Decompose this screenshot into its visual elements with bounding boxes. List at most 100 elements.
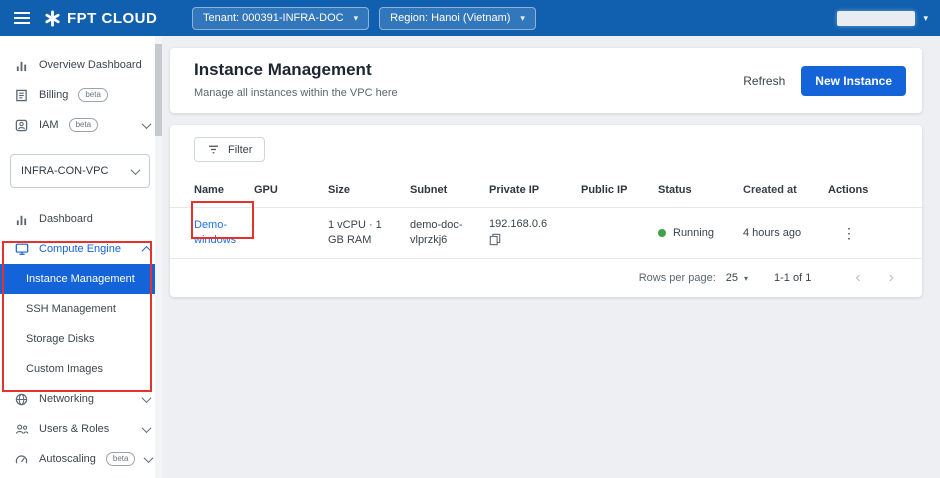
brand-logo: FPT CLOUD: [44, 10, 174, 27]
sidebar-subitem-label: SSH Management: [26, 303, 116, 315]
sidebar-item-label: Dashboard: [39, 213, 93, 225]
status-badge: Running: [673, 227, 714, 239]
size-cell: 1 vCPU · 1 GB RAM: [328, 218, 410, 248]
chevron-down-icon: [142, 119, 152, 129]
sidebar-item-label: Compute Engine: [39, 243, 121, 255]
sidebar-item-label: Networking: [39, 393, 94, 405]
chevron-down-icon: ▾: [744, 274, 748, 283]
sidebar: Overview Dashboard Billing beta IAM beta…: [0, 36, 162, 478]
sidebar-scrollbar[interactable]: [155, 36, 162, 478]
main-content: Instance Management Manage all instances…: [162, 36, 940, 478]
private-ip-cell: 192.168.0.6: [489, 218, 581, 246]
vpc-selector-value: INFRA-CON-VPC: [21, 165, 108, 177]
column-header-private-ip[interactable]: Private IP: [489, 184, 581, 196]
page-title: Instance Management: [194, 60, 398, 80]
chevron-down-icon: [144, 453, 154, 463]
tenant-selector[interactable]: Tenant: 000391-INFRA-DOC ▾: [192, 7, 369, 30]
sidebar-item-billing[interactable]: Billing beta: [0, 80, 162, 110]
sidebar-subitem-label: Storage Disks: [26, 333, 94, 345]
region-label: Region: Hanoi (Vietnam): [390, 12, 510, 24]
region-selector[interactable]: Region: Hanoi (Vietnam) ▾: [379, 7, 536, 30]
brand-text: FPT CLOUD: [67, 10, 157, 27]
column-header-created-at[interactable]: Created at: [743, 184, 828, 196]
column-header-size[interactable]: Size: [328, 184, 410, 196]
status-cell: Running: [658, 227, 743, 239]
monitor-icon: [14, 242, 29, 257]
gauge-icon: [14, 452, 29, 467]
instance-name-link[interactable]: Demo-windows: [194, 218, 246, 248]
chevron-up-icon: [142, 245, 152, 255]
sidebar-item-label: Billing: [39, 89, 68, 101]
table-header-row: Name GPU Size Subnet Private IP Public I…: [170, 172, 922, 208]
user-name-redacted: [837, 11, 915, 26]
next-page-button[interactable]: ›: [875, 269, 908, 287]
sidebar-item-ssh-management[interactable]: SSH Management: [0, 294, 162, 324]
page-subtitle: Manage all instances within the VPC here: [194, 87, 398, 99]
sidebar-item-dashboard[interactable]: Dashboard: [0, 204, 162, 234]
sidebar-subitem-label: Custom Images: [26, 363, 103, 375]
column-header-name[interactable]: Name: [170, 184, 254, 196]
beta-badge: beta: [69, 118, 99, 132]
pagination-range: 1-1 of 1: [774, 272, 811, 284]
sidebar-item-iam[interactable]: IAM beta: [0, 110, 162, 140]
chevron-down-icon: [131, 165, 141, 175]
actions-cell: ⋮: [828, 225, 922, 242]
filter-button[interactable]: Filter: [194, 137, 265, 162]
column-header-gpu[interactable]: GPU: [254, 184, 328, 196]
sidebar-subitem-label: Instance Management: [26, 273, 135, 285]
sidebar-item-users-roles[interactable]: Users & Roles: [0, 414, 162, 444]
sidebar-item-autoscaling[interactable]: Autoscaling beta: [0, 444, 162, 474]
filter-label: Filter: [228, 144, 252, 156]
receipt-icon: [14, 88, 29, 103]
sidebar-item-label: Overview Dashboard: [39, 59, 142, 71]
fpt-star-icon: [44, 10, 61, 27]
person-badge-icon: [14, 118, 29, 133]
column-header-public-ip[interactable]: Public IP: [581, 184, 658, 196]
previous-page-button[interactable]: ‹: [841, 269, 874, 287]
refresh-button[interactable]: Refresh: [743, 74, 785, 88]
column-header-status[interactable]: Status: [658, 184, 743, 196]
sidebar-item-label: Users & Roles: [39, 423, 109, 435]
size-value: 1 vCPU · 1 GB RAM: [328, 218, 388, 248]
chevron-down-icon: [142, 393, 152, 403]
sidebar-item-label: IAM: [39, 119, 59, 131]
beta-badge: beta: [106, 452, 136, 466]
sidebar-item-label: Autoscaling: [39, 453, 96, 465]
sidebar-item-networking[interactable]: Networking: [0, 384, 162, 414]
status-dot-running: [658, 229, 666, 237]
private-ip-value: 192.168.0.6: [489, 218, 575, 230]
user-menu[interactable]: ▾: [837, 11, 928, 26]
people-icon: [14, 422, 29, 437]
page-header-card: Instance Management Manage all instances…: [170, 48, 922, 113]
vpc-selector[interactable]: INFRA-CON-VPC: [10, 154, 150, 188]
table-footer: Rows per page: 25 ▾ 1-1 of 1 ‹ ›: [170, 259, 922, 297]
instance-table-card: Filter Name GPU Size Subnet Private IP P…: [170, 125, 922, 297]
created-at-cell: 4 hours ago: [743, 227, 828, 239]
subnet-value: demo-doc-vlprzkj6: [410, 218, 472, 248]
sidebar-item-overview-dashboard[interactable]: Overview Dashboard: [0, 50, 162, 80]
bar-chart-icon: [14, 58, 29, 73]
copy-icon[interactable]: [489, 233, 501, 246]
chevron-down-icon: ▾: [923, 13, 928, 24]
column-header-subnet[interactable]: Subnet: [410, 184, 489, 196]
rows-per-page-select[interactable]: 25 ▾: [726, 272, 748, 284]
table-row: Demo-windows 1 vCPU · 1 GB RAM demo-doc-…: [170, 208, 922, 259]
kebab-menu-icon[interactable]: ⋮: [828, 225, 856, 242]
chevron-down-icon: [142, 423, 152, 433]
sidebar-item-instance-management[interactable]: Instance Management: [0, 264, 162, 294]
rows-per-page-value: 25: [726, 272, 738, 284]
scrollbar-thumb[interactable]: [155, 44, 162, 136]
page-header-text: Instance Management Manage all instances…: [194, 60, 398, 99]
new-instance-button[interactable]: New Instance: [801, 66, 906, 96]
filter-icon: [207, 143, 220, 156]
subnet-cell: demo-doc-vlprzkj6: [410, 218, 489, 248]
sidebar-item-storage-disks[interactable]: Storage Disks: [0, 324, 162, 354]
instance-name-cell: Demo-windows: [170, 218, 254, 248]
rows-per-page-label: Rows per page:: [639, 272, 716, 284]
chevron-down-icon: ▾: [520, 13, 525, 24]
sidebar-item-compute-engine[interactable]: Compute Engine: [0, 234, 162, 264]
column-header-actions[interactable]: Actions: [828, 184, 922, 196]
menu-icon[interactable]: [12, 8, 32, 28]
bar-chart-icon: [14, 212, 29, 227]
sidebar-item-custom-images[interactable]: Custom Images: [0, 354, 162, 384]
